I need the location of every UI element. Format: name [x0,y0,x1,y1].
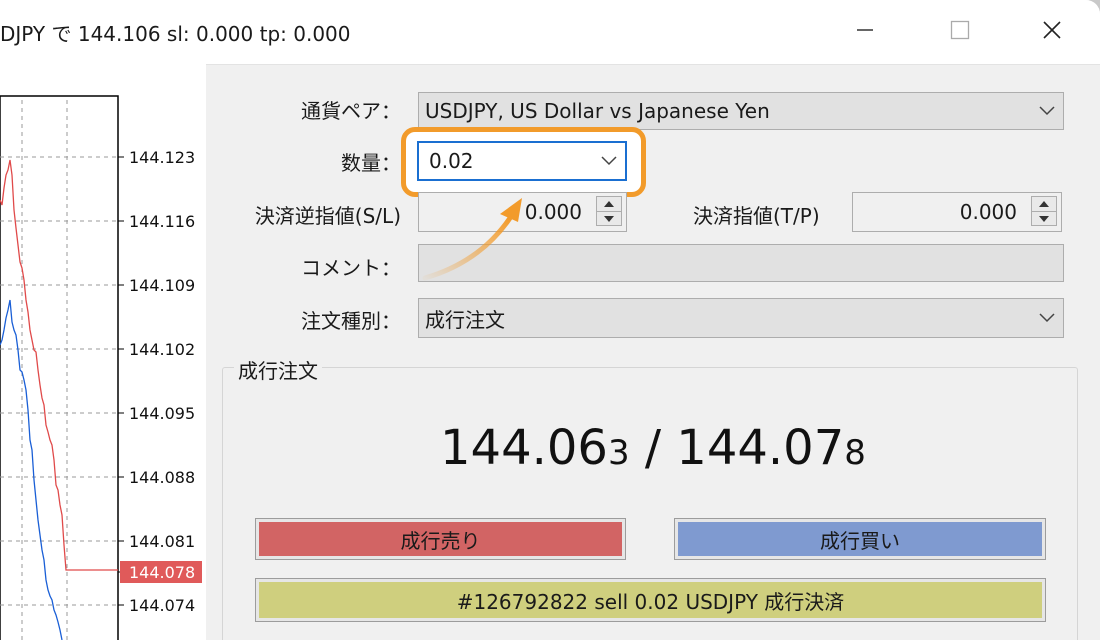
minimize-icon [857,29,873,31]
price-separator: / [629,420,677,476]
sl-label: 決済逆指値(S/L) [254,204,401,228]
sell-by-market-label: 成行売り [259,522,622,556]
order-type-label: 注文種別： [301,309,401,333]
symbol-select[interactable]: USDJPY, US Dollar vs Japanese Yen [418,92,1064,130]
chevron-down-icon[interactable] [601,156,617,166]
price-axis-label: 144.102 [129,340,195,359]
sl-stepper[interactable] [596,196,622,226]
close-button[interactable] [1030,10,1074,50]
ask-price-small: 8 [844,433,866,473]
price-axis-label: 144.088 [129,468,195,487]
current-price-label: 144.078 [129,563,195,582]
tp-value: 0.000 [959,200,1017,224]
tp-up-arrow-icon[interactable] [1032,197,1056,212]
tick-chart-canvas: 144.123 144.116 144.109 144.102 144.095 144.0… [0,95,202,640]
price-axis-label: 144.109 [129,276,195,295]
buy-by-market-button[interactable]: 成行買い [674,518,1046,560]
price-axis-label: 144.095 [129,404,195,423]
market-order-group-title: 成行注文 [234,355,322,384]
maximize-button[interactable] [938,10,982,50]
window-title: DJPY で 144.106 sl: 0.000 tp: 0.000 [0,22,351,46]
price-axis-label: 144.081 [129,532,195,551]
chevron-down-icon [1039,106,1055,116]
chevron-down-icon [1039,313,1055,323]
sl-up-arrow-icon[interactable] [597,197,621,212]
bid-price-main: 144.06 [440,420,608,476]
tick-chart: 144.123 144.116 144.109 144.102 144.095 144.0… [0,64,206,640]
sl-value: 0.000 [524,200,582,224]
tp-stepper[interactable] [1031,196,1057,226]
order-window: DJPY で 144.106 sl: 0.000 tp: 0.000 144.1… [0,0,1100,640]
tp-down-arrow-icon[interactable] [1032,212,1056,226]
price-axis-label: 144.074 [129,596,195,615]
ask-price-main: 144.07 [676,420,845,476]
price-axis-label: 144.116 [129,212,195,231]
volume-value: 0.02 [429,149,474,173]
sell-by-market-button[interactable]: 成行売り [255,518,626,560]
symbol-label: 通貨ペア： [301,99,401,123]
price-axis-label: 144.123 [129,148,195,167]
symbol-select-value: USDJPY, US Dollar vs Japanese Yen [425,99,770,123]
title-bar: DJPY で 144.106 sl: 0.000 tp: 0.000 [0,0,1100,65]
order-type-select[interactable]: 成行注文 [418,298,1064,338]
sl-spinbox[interactable]: 0.000 [418,192,627,232]
minimize-button[interactable] [843,10,887,50]
tp-spinbox[interactable]: 0.000 [852,192,1062,232]
bid-price-small: 3 [607,433,630,473]
sl-down-arrow-icon[interactable] [597,212,621,226]
close-icon [1043,21,1061,39]
order-type-value: 成行注文 [425,307,505,332]
close-position-label: #126792822 sell 0.02 USDJPY 成行決済 [259,582,1042,618]
volume-combobox[interactable]: 0.02 [417,141,627,181]
volume-label: 数量： [341,151,401,175]
buy-by-market-label: 成行買い [678,522,1042,556]
maximize-icon [950,20,970,40]
comment-label: コメント： [301,256,401,280]
comment-input[interactable] [418,244,1064,282]
tp-label: 決済指値(T/P) [693,204,820,228]
close-position-button[interactable]: #126792822 sell 0.02 USDJPY 成行決済 [255,578,1046,622]
